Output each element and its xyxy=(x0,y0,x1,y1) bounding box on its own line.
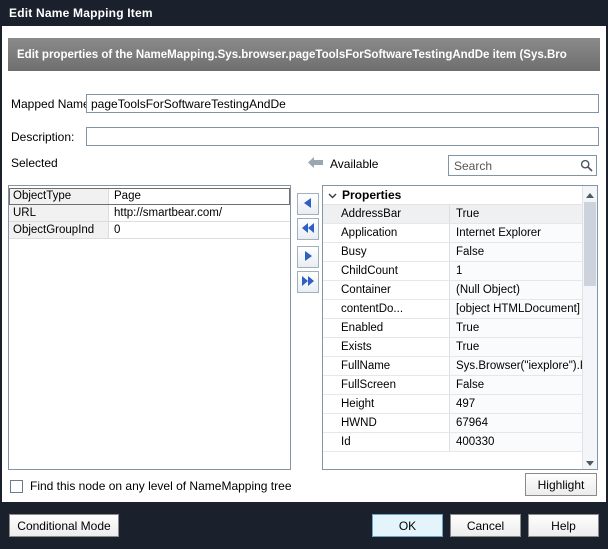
properties-group-header[interactable]: Properties xyxy=(323,186,582,205)
move-all-left-button[interactable] xyxy=(297,218,319,240)
property-value: (Null Object) xyxy=(449,281,582,299)
find-node-checkbox[interactable] xyxy=(10,480,23,493)
property-value: True xyxy=(449,319,582,337)
available-grid-row[interactable]: Exists True xyxy=(323,338,582,357)
down-triangle-icon xyxy=(586,455,594,469)
available-panel-label: Available xyxy=(330,157,378,171)
property-name: HWND xyxy=(323,414,449,432)
property-value: 1 xyxy=(449,262,582,280)
mapped-name-label: Mapped Name: xyxy=(11,96,93,112)
property-name: AddressBar xyxy=(323,205,449,223)
transfer-buttons xyxy=(297,193,321,303)
property-name: Height xyxy=(323,395,449,413)
move-all-right-button[interactable] xyxy=(297,271,319,293)
back-arrow-icon xyxy=(308,157,323,171)
property-value: Sys.Browser("iexplore").Page("http:// xyxy=(449,357,582,375)
property-value: 400330 xyxy=(449,433,582,451)
description-input[interactable] xyxy=(86,127,599,146)
up-triangle-icon xyxy=(586,187,594,201)
available-grid-row[interactable]: Busy False xyxy=(323,243,582,262)
available-grid-row[interactable]: ChildCount 1 xyxy=(323,262,582,281)
title-bar[interactable]: Edit Name Mapping Item xyxy=(0,0,608,26)
property-name: URL xyxy=(9,205,109,221)
find-node-row: Find this node on any level of NameMappi… xyxy=(10,478,292,494)
property-name: ChildCount xyxy=(323,262,449,280)
scrollbar-thumb[interactable] xyxy=(584,202,596,286)
vertical-scrollbar[interactable] xyxy=(582,186,597,469)
dialog-body: Edit properties of the NameMapping.Sys.b… xyxy=(2,26,606,502)
property-value: [object HTMLDocument] xyxy=(449,300,582,318)
conditional-mode-button[interactable]: Conditional Mode xyxy=(9,514,119,537)
bottom-bar: Conditional Mode OK Cancel Help xyxy=(0,502,608,549)
available-grid-row[interactable]: HWND 67964 xyxy=(323,414,582,433)
property-value: Page xyxy=(109,188,290,204)
left-arrow-icon xyxy=(302,197,314,212)
header-banner: Edit properties of the NameMapping.Sys.b… xyxy=(8,38,600,71)
edit-name-mapping-dialog: Edit Name Mapping Item Edit properties o… xyxy=(0,0,608,549)
property-name: ObjectGroupInd xyxy=(9,222,109,238)
property-value: 0 xyxy=(109,222,290,238)
double-left-arrow-icon xyxy=(301,222,315,237)
double-right-arrow-icon xyxy=(301,275,315,290)
available-grid-panel: Properties AddressBar True Application I… xyxy=(322,185,598,470)
selected-grid-row[interactable]: ObjectGroupInd 0 xyxy=(9,222,290,239)
search-box xyxy=(448,155,597,176)
property-name: Busy xyxy=(323,243,449,261)
scroll-down-button[interactable] xyxy=(583,454,597,469)
property-value: True xyxy=(449,338,582,356)
available-grid-row[interactable]: Application Internet Explorer xyxy=(323,224,582,243)
property-value: True xyxy=(449,205,582,223)
available-grid-row[interactable]: contentDo... [object HTMLDocument] xyxy=(323,300,582,319)
available-grid-row[interactable]: Id 400330 xyxy=(323,433,582,452)
property-value: False xyxy=(449,376,582,394)
selected-grid-row[interactable]: URL http://smartbear.com/ xyxy=(9,205,290,222)
available-grid-row[interactable]: Enabled True xyxy=(323,319,582,338)
header-text: Edit properties of the NameMapping.Sys.b… xyxy=(17,49,567,61)
property-value: 497 xyxy=(449,395,582,413)
available-grid: Properties AddressBar True Application I… xyxy=(323,186,582,469)
property-name: FullName xyxy=(323,357,449,375)
move-left-button[interactable] xyxy=(297,193,319,215)
property-name: Exists xyxy=(323,338,449,356)
selected-panel-label: Selected xyxy=(11,156,58,170)
right-arrow-icon xyxy=(302,250,314,265)
property-name: contentDo... xyxy=(323,300,449,318)
property-value: False xyxy=(449,243,582,261)
property-name: Application xyxy=(323,224,449,242)
property-name: Container xyxy=(323,281,449,299)
dialog-buttons: OK Cancel Help xyxy=(372,514,599,537)
property-name: Id xyxy=(323,433,449,451)
ok-button[interactable]: OK xyxy=(372,514,443,537)
help-button[interactable]: Help xyxy=(528,514,599,537)
properties-group-label: Properties xyxy=(342,188,401,202)
search-icon[interactable] xyxy=(576,159,596,172)
available-grid-row[interactable]: Container (Null Object) xyxy=(323,281,582,300)
property-name: Enabled xyxy=(323,319,449,337)
available-grid-row[interactable]: FullName Sys.Browser("iexplore").Page("h… xyxy=(323,357,582,376)
move-right-button[interactable] xyxy=(297,246,319,268)
property-name: ObjectType xyxy=(9,188,109,204)
property-value: 67964 xyxy=(449,414,582,432)
mapped-name-input[interactable] xyxy=(86,94,599,113)
property-value: http://smartbear.com/ xyxy=(109,205,290,221)
selected-grid-row[interactable]: ObjectType Page xyxy=(9,188,290,205)
available-panel-header: Available xyxy=(308,154,378,174)
selected-grid: ObjectType Page URL http://smartbear.com… xyxy=(8,185,291,470)
window-title: Edit Name Mapping Item xyxy=(9,6,153,20)
search-input[interactable] xyxy=(449,159,576,173)
cancel-button[interactable]: Cancel xyxy=(450,514,521,537)
property-value: Internet Explorer xyxy=(449,224,582,242)
available-grid-row[interactable]: FullScreen False xyxy=(323,376,582,395)
scroll-up-button[interactable] xyxy=(583,186,597,201)
available-grid-rows: AddressBar True Application Internet Exp… xyxy=(323,205,582,452)
find-node-label: Find this node on any level of NameMappi… xyxy=(30,479,292,493)
property-name: FullScreen xyxy=(323,376,449,394)
chevron-down-icon xyxy=(328,188,337,202)
available-grid-row[interactable]: Height 497 xyxy=(323,395,582,414)
description-label: Description: xyxy=(11,129,74,145)
available-grid-row[interactable]: AddressBar True xyxy=(323,205,582,224)
highlight-button[interactable]: Highlight xyxy=(525,473,597,496)
